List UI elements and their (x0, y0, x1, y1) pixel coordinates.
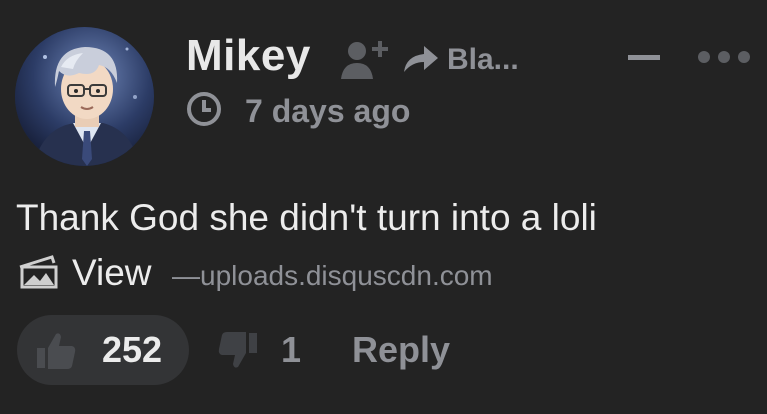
comment: Mikey Bla... 7 days ago Thank God she di… (0, 0, 767, 414)
avatar-illustration (15, 27, 154, 166)
collapse-icon[interactable] (626, 48, 662, 66)
thumbs-down-icon[interactable] (216, 329, 260, 373)
follow-user-icon[interactable] (340, 37, 392, 81)
thumbs-up-icon[interactable] (34, 328, 78, 372)
more-options-icon[interactable] (694, 46, 754, 68)
media-source-domain[interactable]: uploads.disquscdn.com (200, 256, 493, 296)
timestamp-link[interactable]: 7 days ago (245, 90, 410, 132)
comment-body: Thank God she didn't turn into a loli (16, 197, 597, 238)
image-media-icon (19, 255, 58, 289)
author-name[interactable]: Mikey (186, 28, 311, 84)
reply-button[interactable]: Reply (352, 328, 450, 372)
downvote-count: 1 (281, 329, 302, 370)
upvote-count: 252 (102, 329, 163, 370)
reply-arrow-icon (404, 46, 438, 72)
clock-icon (187, 92, 221, 126)
view-media-link[interactable]: View (72, 248, 152, 298)
source-separator: — (172, 260, 200, 291)
avatar[interactable] (15, 27, 154, 166)
parent-author-link[interactable]: Bla... (447, 40, 519, 80)
